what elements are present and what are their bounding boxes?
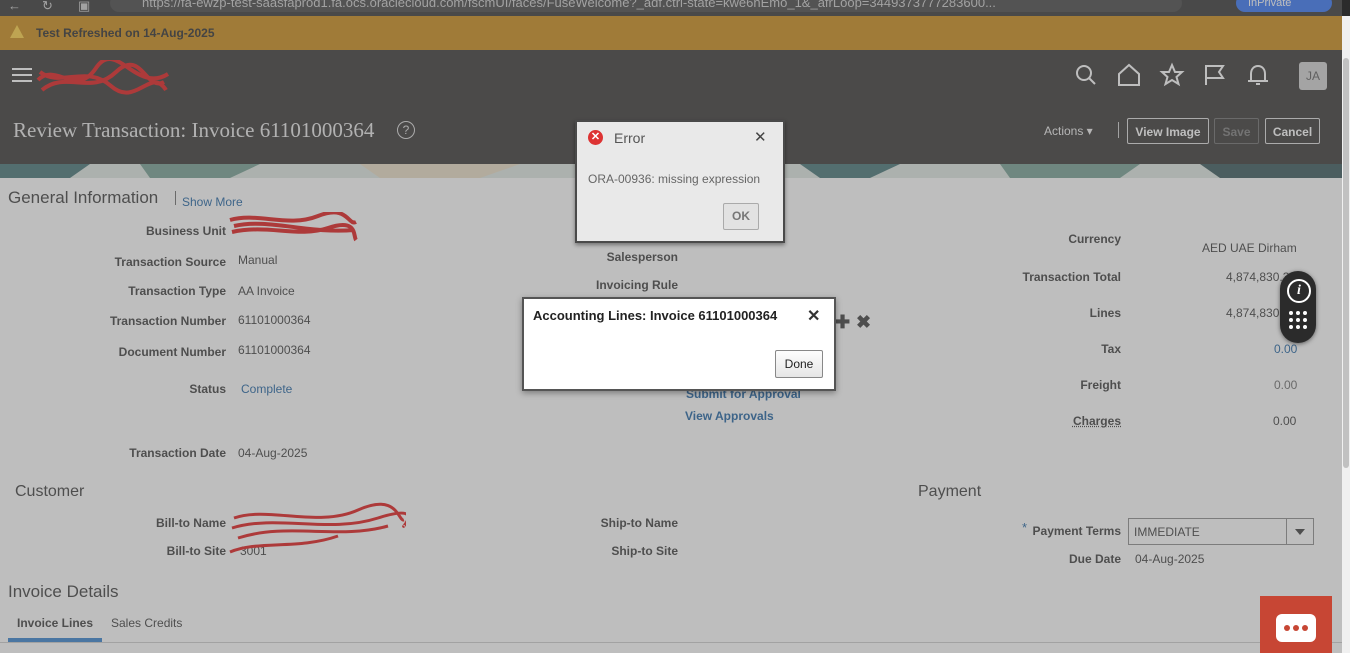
accounting-lines-dialog: Accounting Lines: Invoice 61101000364 ✕ … [522, 297, 836, 391]
info-icon[interactable]: i [1287, 279, 1311, 303]
error-ok-button[interactable]: OK [723, 203, 759, 230]
accounting-dialog-title: Accounting Lines: Invoice 61101000364 [533, 308, 778, 323]
chat-icon [1276, 614, 1316, 642]
error-icon: ✕ [588, 130, 603, 145]
scrollbar-thumb[interactable] [1343, 58, 1349, 468]
floating-toolbar: i [1280, 271, 1316, 343]
accounting-close-icon[interactable]: ✕ [807, 306, 820, 326]
done-button[interactable]: Done [775, 350, 823, 378]
apps-grid-icon[interactable] [1289, 311, 1309, 331]
error-dialog: ✕ Error ✕ ORA-00936: missing expression … [575, 120, 785, 243]
error-close-icon[interactable]: ✕ [754, 128, 767, 146]
error-message: ORA-00936: missing expression [588, 172, 761, 186]
error-dialog-title: Error [614, 130, 646, 146]
chat-button[interactable] [1260, 596, 1332, 653]
page-scrollbar[interactable] [1342, 16, 1350, 653]
